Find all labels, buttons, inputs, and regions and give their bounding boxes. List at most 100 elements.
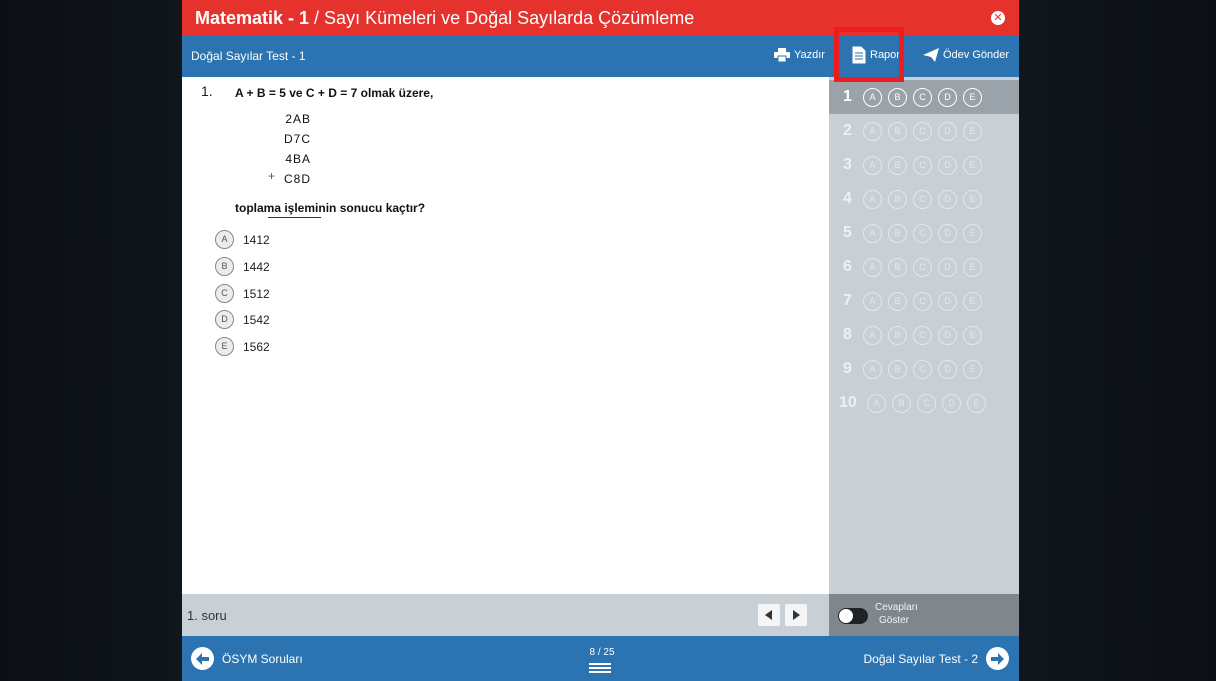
printer-icon (774, 48, 790, 62)
answer-bubble[interactable]: A (863, 121, 882, 141)
answer-bubble[interactable]: B (888, 291, 907, 311)
answer-bubble[interactable]: B (892, 393, 911, 413)
answer-bubble[interactable]: A (863, 223, 882, 243)
answer-bubble[interactable]: D (938, 359, 957, 379)
answer-bubble[interactable]: E (963, 121, 982, 141)
answer-bubble[interactable]: D (942, 393, 961, 413)
answer-bubble[interactable]: B (888, 325, 907, 345)
answer-bubble[interactable]: C (913, 87, 932, 107)
answer-bubble[interactable]: B (888, 257, 907, 277)
option-d[interactable]: D 1542 (215, 310, 270, 329)
answer-row: 8ABCDE (829, 318, 1019, 352)
answer-bubble[interactable]: E (963, 87, 982, 107)
next-question-button[interactable] (785, 604, 807, 626)
show-answers-toggle[interactable] (838, 608, 868, 624)
answer-bubble[interactable]: D (938, 155, 957, 175)
answer-row-number: 8 (843, 326, 852, 343)
current-question-label: 1. soru (187, 608, 227, 623)
answer-bubble[interactable]: C (913, 189, 932, 209)
answer-bubble[interactable]: C (913, 325, 932, 345)
topic-title: / Sayı Kümeleri ve Doğal Sayılarda Çözüm… (314, 7, 695, 28)
answer-bubble[interactable]: D (938, 121, 957, 141)
answer-bubble[interactable]: A (863, 359, 882, 379)
answer-sheet: 1ABCDE2ABCDE3ABCDE4ABCDE5ABCDE6ABCDE7ABC… (829, 77, 1019, 594)
answer-row-number: 9 (843, 360, 852, 377)
answer-bubble[interactable]: B (888, 189, 907, 209)
print-label: Yazdır (794, 49, 825, 61)
answer-bubble[interactable]: D (938, 325, 957, 345)
question-text: A + B = 5 ve C + D = 7 olmak üzere, (235, 86, 434, 100)
answer-bubble[interactable]: B (888, 87, 907, 107)
sum-row: 4BA (285, 152, 311, 166)
answer-bubble[interactable]: E (963, 189, 982, 209)
arrow-left-circle-icon (191, 647, 214, 670)
answer-row: 1ABCDE (829, 80, 1019, 114)
answer-row: 6ABCDE (829, 250, 1019, 284)
answer-bubble[interactable]: E (963, 325, 982, 345)
answer-bubble[interactable]: E (963, 223, 982, 243)
answer-bubble[interactable]: E (963, 291, 982, 311)
menu-icon[interactable] (589, 663, 611, 675)
next-test-link[interactable]: Doğal Sayılar Test - 2 (863, 647, 1009, 670)
send-homework-button[interactable]: Ödev Gönder (923, 48, 1009, 62)
answer-bubble[interactable]: D (938, 291, 957, 311)
question-prompt: toplama işleminin sonucu kaçtır? (235, 201, 426, 215)
answer-bubble[interactable]: A (863, 155, 882, 175)
answer-bubble[interactable]: A (863, 257, 882, 277)
answer-bubble[interactable]: D (938, 223, 957, 243)
answer-bubble[interactable]: C (917, 393, 936, 413)
answer-bubble[interactable]: A (863, 291, 882, 311)
answer-bubble[interactable]: D (938, 189, 957, 209)
prev-question-button[interactable] (758, 604, 780, 626)
arrow-right-icon (793, 610, 800, 620)
answer-bubble[interactable]: A (863, 325, 882, 345)
answer-row: 9ABCDE (829, 352, 1019, 386)
answer-bubble[interactable]: B (888, 359, 907, 379)
answer-bubble[interactable]: C (913, 121, 932, 141)
report-highlight-box (834, 27, 904, 82)
answer-row: 10 A B C D E (829, 386, 1019, 420)
answer-bubble[interactable]: C (913, 257, 932, 277)
answer-bubble[interactable]: B (888, 121, 907, 141)
answer-bubble[interactable]: B (888, 223, 907, 243)
answer-row: 5ABCDE (829, 216, 1019, 250)
test-name: Doğal Sayılar Test - 1 (191, 49, 306, 63)
answer-row: 2ABCDE (829, 114, 1019, 148)
answer-bubble[interactable]: C (913, 359, 932, 379)
toggle-label-line2: Göster (879, 615, 910, 626)
prev-test-link[interactable]: ÖSYM Soruları (191, 647, 303, 670)
answer-bubble[interactable]: C (913, 223, 932, 243)
toggle-label-line1: Cevapları (875, 602, 918, 613)
option-b[interactable]: B 1442 (215, 257, 270, 276)
page-indicator: 8 / 25 (589, 647, 615, 658)
answer-bubble[interactable]: D (938, 87, 957, 107)
answer-bubble[interactable]: A (867, 393, 886, 413)
sum-row: C8D (283, 172, 311, 186)
option-e[interactable]: E 1562 (215, 337, 270, 356)
next-test-label: Doğal Sayılar Test - 2 (863, 651, 979, 666)
answer-bubble[interactable]: B (888, 155, 907, 175)
print-button[interactable]: Yazdır (774, 48, 825, 62)
close-icon[interactable]: ✕ (991, 11, 1005, 25)
answer-bubble[interactable]: E (963, 155, 982, 175)
answer-bubble[interactable]: E (963, 257, 982, 277)
paper-plane-icon (923, 48, 939, 62)
option-c[interactable]: C 1512 (215, 284, 270, 303)
show-answers-label: Cevapları Göster (875, 601, 918, 627)
answer-bubble[interactable]: C (913, 155, 932, 175)
option-value: 1562 (243, 339, 270, 354)
option-a[interactable]: A 1412 (215, 230, 270, 249)
answer-bubble[interactable]: C (913, 291, 932, 311)
answer-bubble[interactable]: A (863, 87, 882, 107)
answer-row-number: 10 (839, 394, 857, 411)
answers-toggle-area: Cevapları Göster (829, 594, 1019, 636)
answer-bubble[interactable]: D (938, 257, 957, 277)
prev-test-label: ÖSYM Soruları (222, 651, 303, 666)
answer-row-number: 7 (843, 292, 852, 309)
answer-bubble[interactable]: A (863, 189, 882, 209)
answer-bubble[interactable]: E (967, 393, 986, 413)
question-footer: 1. soru (182, 594, 829, 636)
answer-bubble[interactable]: E (963, 359, 982, 379)
addition-block: 2AB D7C 4BA C8D + (268, 109, 321, 218)
sum-line (268, 217, 321, 218)
